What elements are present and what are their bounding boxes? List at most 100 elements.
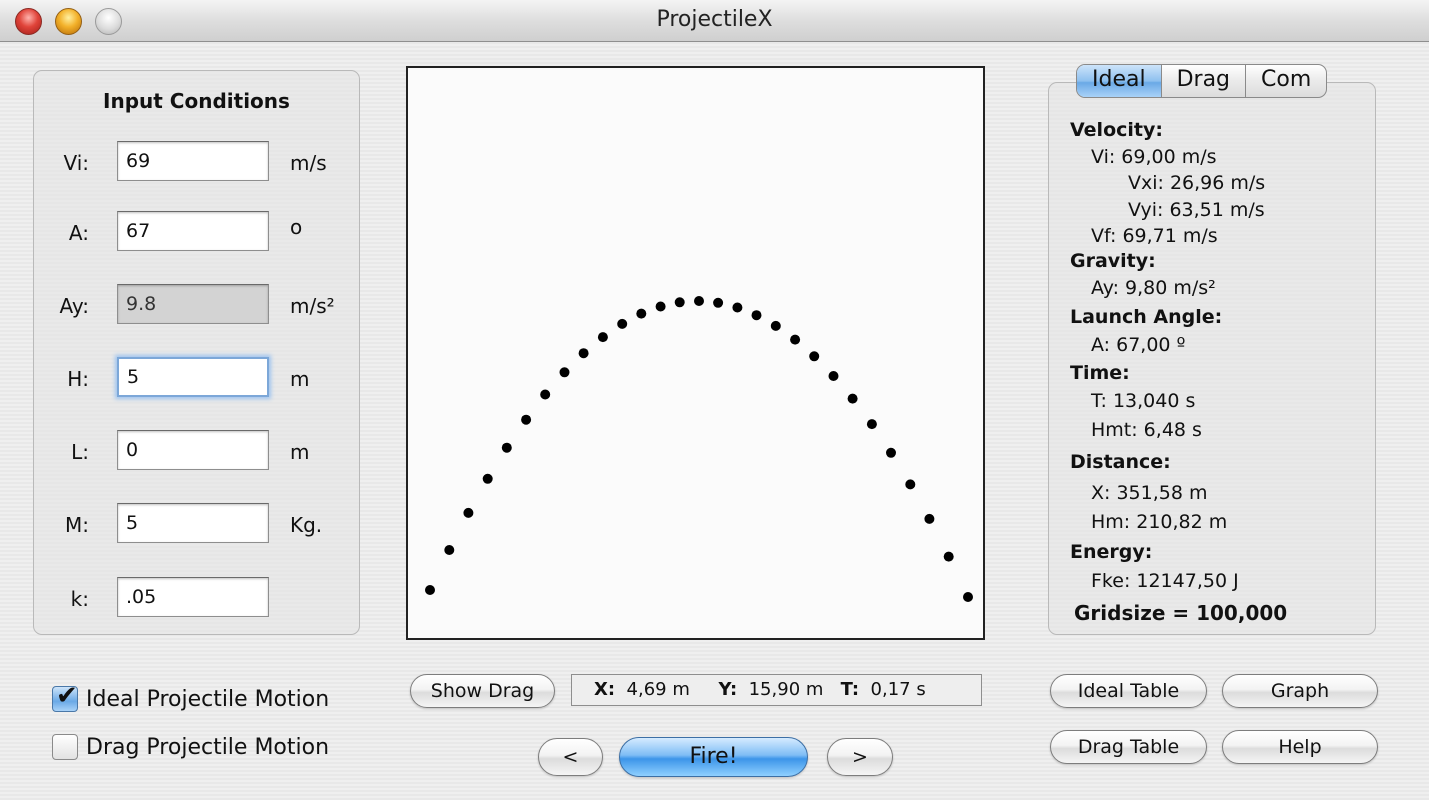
ay-label: Ay: [59,294,89,318]
readout-x-label: X: [594,679,616,700]
time-heading: Time: [1070,362,1130,384]
drag-motion-option[interactable]: Drag Projectile Motion [52,734,329,760]
ideal-motion-label: Ideal Projectile Motion [86,686,330,712]
angle-unit: o [290,215,303,239]
trajectory-point [655,301,666,312]
trajectory-point [501,442,512,453]
field-row-m: M: Kg. [34,503,361,545]
fire-button[interactable]: Fire! [619,737,808,777]
trajectory-point [578,348,589,359]
readout-x-value: 4,69 m [626,679,690,700]
trajectory-point [482,473,493,484]
app-window: ProjectileX Input Conditions Vi: m/s A: … [0,0,1429,800]
drag-motion-label: Drag Projectile Motion [86,734,330,760]
launch-angle-heading: Launch Angle: [1070,306,1223,328]
distance-heading: Distance: [1070,451,1171,473]
readout-y-value: 15,90 m [748,679,824,700]
input-conditions-title: Input Conditions [103,89,290,113]
input-conditions-panel: Input Conditions Vi: m/s A: o Ay: m/s² H… [33,70,360,635]
help-button[interactable]: Help [1222,730,1378,764]
vi-label: Vi: [63,151,89,175]
vxi-result: Vxi: 26,96 m/s [1128,172,1266,194]
readout-t-label: T: [840,679,860,700]
vi-result: Vi: 69,00 m/s [1091,146,1217,168]
vf-result: Vf: 69,71 m/s [1091,225,1218,247]
vyi-result: Vyi: 63,51 m/s [1128,199,1265,221]
trajectory-point [674,297,685,308]
hmt-result: Hmt: 6,48 s [1091,419,1202,441]
gridsize-label: Gridsize = 100,000 [1074,601,1288,625]
ideal-table-button[interactable]: Ideal Table [1050,674,1207,708]
field-row-l: L: m [34,430,361,472]
graph-button[interactable]: Graph [1222,674,1378,708]
field-row-k: k: [34,577,361,619]
time-result: T: 13,040 s [1091,390,1196,412]
height-input[interactable] [117,357,269,397]
trajectory-point [751,310,762,321]
field-row-h: H: m [34,357,361,399]
trajectory-point [636,308,647,319]
vi-unit: m/s [290,151,327,175]
trajectory-point [444,545,455,555]
trajectory-point [713,297,724,308]
gravity-heading: Gravity: [1070,250,1156,272]
trajectory-point [463,507,474,518]
trajectory-point [963,592,973,602]
readout-t-value: 0,17 s [870,679,926,700]
trajectory-point [828,371,839,381]
title-bar: ProjectileX [0,0,1429,42]
trajectory-plot [425,296,973,602]
k-label: k: [70,587,89,611]
ay-unit: m/s² [290,294,335,318]
field-row-a: A: o [34,211,361,253]
velocity-heading: Velocity: [1070,119,1163,141]
drag-table-button[interactable]: Drag Table [1050,730,1207,764]
angle-input[interactable] [117,211,269,251]
angle-result: A: 67,00 º [1091,334,1186,356]
tab-ideal[interactable]: Ideal [1077,65,1162,97]
tab-com[interactable]: Com [1246,65,1326,97]
trajectory-point [559,367,570,378]
mass-unit: Kg. [290,513,323,537]
m-label: M: [65,513,89,537]
trajectory-point [694,296,704,306]
trajectory-point [905,479,916,490]
trajectory-point [770,320,781,331]
hm-result: Hm: 210,82 m [1091,511,1228,533]
trajectory-canvas[interactable] [406,66,985,640]
l-unit: m [290,440,310,464]
energy-heading: Energy: [1070,541,1153,563]
trajectory-point [943,551,954,562]
position-readout: X: 4,69 m Y: 15,90 m T: 0,17 s [571,674,982,706]
vi-input[interactable] [117,141,269,181]
ay-input [117,284,269,324]
trajectory-point [924,513,935,524]
l-label: L: [71,440,89,464]
h-label: H: [67,367,89,391]
trajectory-point [425,585,435,595]
mass-input[interactable] [117,503,269,543]
ideal-motion-option[interactable]: Ideal Projectile Motion [52,681,330,712]
trajectory-point [809,351,820,362]
ay-result: Ay: 9,80 m/s² [1091,277,1216,299]
fke-result: Fke: 12147,50 J [1091,570,1239,592]
height-unit: m [290,367,310,391]
a-label: A: [68,221,89,245]
window-title: ProjectileX [656,7,773,32]
drag-motion-checkbox[interactable] [52,734,78,760]
results-tabs: Ideal Drag Com [1076,64,1328,98]
readout-y-label: Y: [718,679,738,700]
k-input[interactable] [117,577,269,617]
l-input[interactable] [117,430,269,470]
trajectory-point [732,302,743,313]
trajectory-point [521,414,532,425]
trajectory-point [790,334,801,345]
trajectory-point [886,447,896,458]
show-drag-button[interactable]: Show Drag [410,674,555,708]
tab-drag[interactable]: Drag [1162,65,1247,97]
previous-step-button[interactable]: < [538,738,603,776]
trajectory-point [597,332,608,343]
ideal-motion-checkbox[interactable] [52,681,78,712]
trajectory-point [866,419,877,430]
next-step-button[interactable]: > [827,738,893,776]
